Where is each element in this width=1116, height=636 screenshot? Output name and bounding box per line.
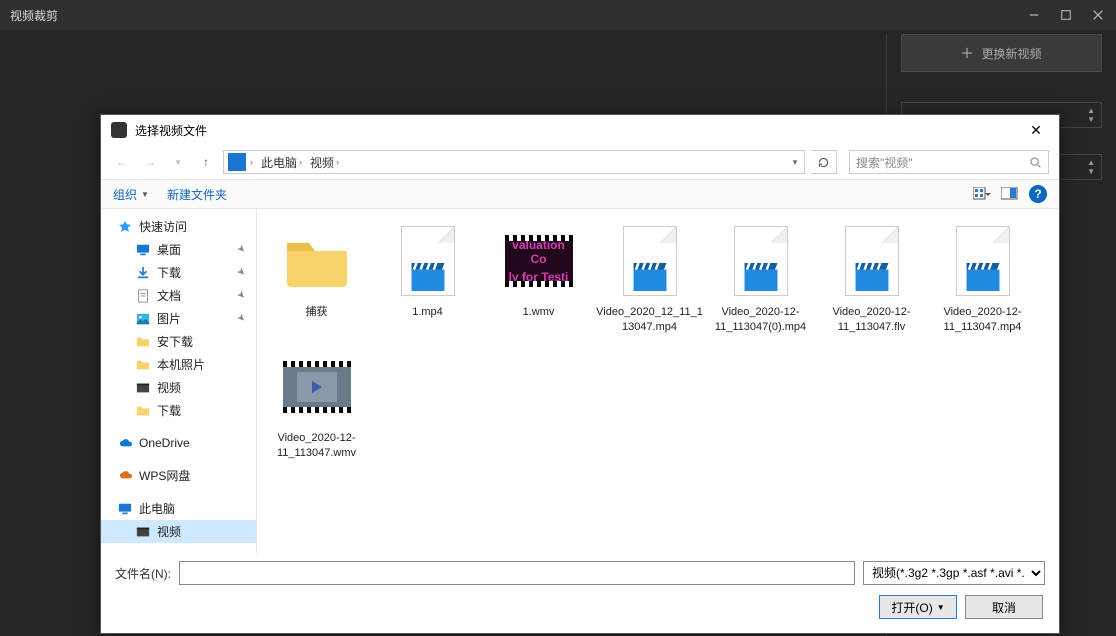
tree-videos-qa[interactable]: 视频 <box>101 376 256 399</box>
video-file-icon <box>612 223 688 299</box>
refresh-icon <box>817 156 830 169</box>
nav-up-button[interactable]: ↑ <box>195 151 217 173</box>
video-file-icon <box>390 223 466 299</box>
file-item[interactable]: Video_2020_12_11_113047.mp4 <box>594 219 705 345</box>
refresh-button[interactable] <box>811 150 837 174</box>
file-open-dialog: 选择视频文件 ✕ ← → ▾ ↑ › 此电脑› 视频› ▾ 搜索"视频" 组织▼… <box>100 114 1060 634</box>
filename-label: 文件名(N): <box>115 565 171 582</box>
breadcrumb-seg-2[interactable]: 视频› <box>306 151 343 173</box>
organize-menu[interactable]: 组织▼ <box>113 186 149 203</box>
file-item[interactable]: 捕获 <box>261 219 372 345</box>
chevron-right-icon: › <box>250 157 253 167</box>
file-name: 1.mp4 <box>374 305 481 320</box>
file-item[interactable]: valuation Coly for Testi 1.wmv <box>483 219 594 345</box>
tree-local-photos[interactable]: 本机照片 <box>101 353 256 376</box>
tree-quick-access[interactable]: 快速访问 <box>101 215 256 238</box>
nav-back-button[interactable]: ← <box>111 151 133 173</box>
plus-icon <box>961 47 973 59</box>
breadcrumb-seg-1[interactable]: 此电脑› <box>257 151 306 173</box>
video-file-icon <box>945 223 1021 299</box>
video-thumbnail: valuation Coly for Testi <box>501 223 577 299</box>
file-name: Video_2020-12-11_113047.flv <box>818 305 925 335</box>
minimize-icon[interactable] <box>1026 7 1042 23</box>
file-name: Video_2020_12_11_113047.mp4 <box>596 305 703 335</box>
video-thumbnail <box>279 349 355 425</box>
dialog-close-button[interactable]: ✕ <box>1021 122 1051 139</box>
tree-pictures[interactable]: 图片➤ <box>101 307 256 330</box>
nav-tree: 快速访问 桌面➤ 下载➤ 文档➤ 图片➤ 安下载 本机照片 视频 下载 OneD… <box>101 209 257 553</box>
video-file-icon <box>723 223 799 299</box>
dialog-title: 选择视频文件 <box>135 122 207 139</box>
tree-downloads2[interactable]: 下载 <box>101 399 256 422</box>
tree-onedrive[interactable]: OneDrive <box>101 432 256 454</box>
cancel-button[interactable]: 取消 <box>965 595 1043 619</box>
folder-icon <box>279 223 355 299</box>
tree-videos-selected[interactable]: 视频 <box>101 520 256 543</box>
nav-recent-dropdown[interactable]: ▾ <box>167 151 189 173</box>
tree-wps[interactable]: WPS网盘 <box>101 464 256 487</box>
view-menu-button[interactable] <box>973 185 991 203</box>
file-type-filter[interactable]: 视频(*.3g2 *.3gp *.asf *.avi *.… <box>863 561 1045 585</box>
file-item[interactable]: Video_2020-12-11_113047.flv <box>816 219 927 345</box>
replace-video-button[interactable]: 更换新视频 <box>901 34 1102 72</box>
address-bar[interactable]: › 此电脑› 视频› ▾ <box>223 150 805 174</box>
tree-desktop[interactable]: 桌面➤ <box>101 238 256 261</box>
file-name: 1.wmv <box>485 305 592 320</box>
maximize-icon[interactable] <box>1058 7 1074 23</box>
file-list: 捕获 1.mp4 valuation Coly for Testi 1.wmv Vide… <box>257 209 1059 553</box>
file-item[interactable]: Video_2020-12-11_113047.wmv <box>261 345 372 471</box>
file-item[interactable]: Video_2020-12-11_113047.mp4 <box>927 219 1038 345</box>
file-item[interactable]: 1.mp4 <box>372 219 483 345</box>
tree-this-pc[interactable]: 此电脑 <box>101 497 256 520</box>
replace-video-label: 更换新视频 <box>981 45 1041 62</box>
file-item[interactable]: Video_2020-12-11_113047(0).mp4 <box>705 219 816 345</box>
address-dropdown-button[interactable]: ▾ <box>786 157 804 168</box>
filename-input[interactable] <box>179 561 855 585</box>
open-button[interactable]: 打开(O) ▼ <box>879 595 957 619</box>
file-name: 捕获 <box>263 305 370 320</box>
new-folder-button[interactable]: 新建文件夹 <box>167 186 227 203</box>
nav-forward-button[interactable]: → <box>139 151 161 173</box>
tree-downloads[interactable]: 下载➤ <box>101 261 256 284</box>
tree-documents[interactable]: 文档➤ <box>101 284 256 307</box>
updown-icon: ▲▼ <box>1087 158 1095 176</box>
pin-icon: ➤ <box>232 241 250 259</box>
preview-pane-button[interactable] <box>1001 185 1019 203</box>
file-name: Video_2020-12-11_113047.mp4 <box>929 305 1036 335</box>
video-file-icon <box>834 223 910 299</box>
search-icon <box>1029 156 1042 169</box>
file-name: Video_2020-12-11_113047.wmv <box>263 431 370 461</box>
cart-icon[interactable] <box>1006 13 1010 17</box>
search-placeholder: 搜索"视频" <box>856 154 913 171</box>
tree-an-download[interactable]: 安下载 <box>101 330 256 353</box>
app-title: 视频裁剪 <box>10 7 58 24</box>
search-input[interactable]: 搜索"视频" <box>849 150 1049 174</box>
help-button[interactable]: ? <box>1029 185 1047 203</box>
file-name: Video_2020-12-11_113047(0).mp4 <box>707 305 814 335</box>
dialog-app-icon <box>111 122 127 138</box>
close-icon[interactable] <box>1090 7 1106 23</box>
location-type-icon <box>228 153 246 171</box>
updown-icon: ▲▼ <box>1087 106 1095 124</box>
